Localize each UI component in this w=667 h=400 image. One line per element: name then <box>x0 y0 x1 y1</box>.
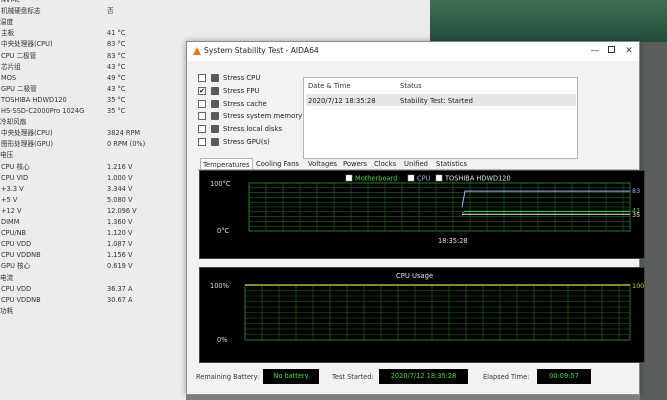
sensor-value: 0 RPM (0%) <box>107 140 146 149</box>
elapsed-time-label: Elapsed Time: <box>483 373 530 381</box>
stress-option-label: Stress CPU <box>223 74 261 82</box>
stress-option-label: Stress FPU <box>223 86 260 95</box>
y-tick-label: 100% <box>210 282 229 290</box>
table-row[interactable]: 2020/7/12 18:35:28 Stability Test: Start… <box>306 94 576 106</box>
column-header-status: Status <box>400 82 422 90</box>
device-icon <box>211 125 219 134</box>
maximize-button[interactable] <box>603 45 619 58</box>
temperature-chart-canvas: Motherboard CPU TOSHIBA HDWD120 100°C 0°C 18:… <box>210 174 640 245</box>
stress-option-label: Stress GPU(s) <box>223 138 270 146</box>
maximize-icon <box>607 46 615 53</box>
sensor-value: 35 °C <box>107 107 126 115</box>
status-datetime: 2020/7/12 18:35:28 <box>308 97 376 105</box>
desktop-background-bottom <box>186 395 640 400</box>
sensor-value: 0.619 V <box>107 262 133 271</box>
cpu-usage-grid <box>244 284 631 341</box>
y-tick-label: 0°C <box>217 227 229 235</box>
y-tick-label: 0% <box>217 336 227 344</box>
y-tick-label: 100°C <box>210 180 231 188</box>
stress-option-label: Stress system memory <box>223 112 303 121</box>
legend-checkbox[interactable] <box>435 174 443 182</box>
stress-option-label: Stress local disks <box>223 125 283 134</box>
series-value-label: 35 <box>632 211 640 219</box>
stress-checkbox[interactable] <box>198 74 206 82</box>
status-text: Stability Test: Started <box>400 97 473 105</box>
desktop-background <box>430 0 667 42</box>
aida64-logo-icon <box>193 47 201 55</box>
device-icon <box>211 112 219 121</box>
series-value-label: 83 <box>632 187 640 195</box>
chart-title: CPU Usage <box>396 272 433 280</box>
test-started-label: Test Started: <box>332 373 374 381</box>
close-button[interactable]: ✕ <box>621 45 637 58</box>
stress-checkbox[interactable] <box>198 138 206 146</box>
stability-test-window: System Stability Test - AIDA64 — ✕ Stres… <box>186 41 645 395</box>
title-bar[interactable]: System Stability Test - AIDA64 — ✕ <box>187 42 639 61</box>
device-icon <box>211 74 219 82</box>
stress-checkbox[interactable] <box>198 112 206 121</box>
legend-checkbox[interactable] <box>345 174 353 182</box>
battery-value: No battery <box>263 369 319 384</box>
window-title: System Stability Test - AIDA64 <box>204 46 319 55</box>
sensor-value: 30.67 A <box>107 295 133 304</box>
legend-label: TOSHIBA HDWD120 <box>444 175 511 183</box>
cpu-usage-chart: CPU Usage 100% 0% 100% <box>199 267 645 363</box>
sensor-section-label: 功耗 <box>0 306 14 315</box>
stress-checkbox[interactable]: ✔ <box>198 86 206 95</box>
device-icon <box>211 138 219 146</box>
device-icon <box>211 86 219 95</box>
test-started-value: 2020/7/12 18:35:28 <box>379 369 468 384</box>
battery-label: Remaining Battery: <box>196 373 260 381</box>
legend-label: CPU <box>417 175 431 183</box>
device-icon <box>211 99 219 108</box>
series-value-label: 100% <box>632 282 644 290</box>
stress-checkbox[interactable] <box>198 99 206 108</box>
x-tick-label: 18:35:28 <box>438 237 468 245</box>
cpu-usage-chart-canvas: CPU Usage 100% 0% 100% <box>210 272 644 344</box>
minimize-button[interactable]: — <box>587 45 603 58</box>
column-header-datetime: Date & Time <box>308 82 351 90</box>
status-table: Date & Time Status 2020/7/12 18:35:28 St… <box>303 77 578 159</box>
stress-checkbox[interactable] <box>198 125 206 134</box>
temperature-chart: Motherboard CPU TOSHIBA HDWD120 100°C 0°C 18:… <box>199 170 645 259</box>
stress-option-label: Stress cache <box>223 99 267 108</box>
temperature-grid <box>248 182 631 232</box>
legend-label: Motherboard <box>355 175 397 183</box>
sensor-value: 否 <box>107 7 114 16</box>
elapsed-time-value: 00:09:57 <box>537 369 591 384</box>
legend-checkbox[interactable] <box>407 174 415 182</box>
